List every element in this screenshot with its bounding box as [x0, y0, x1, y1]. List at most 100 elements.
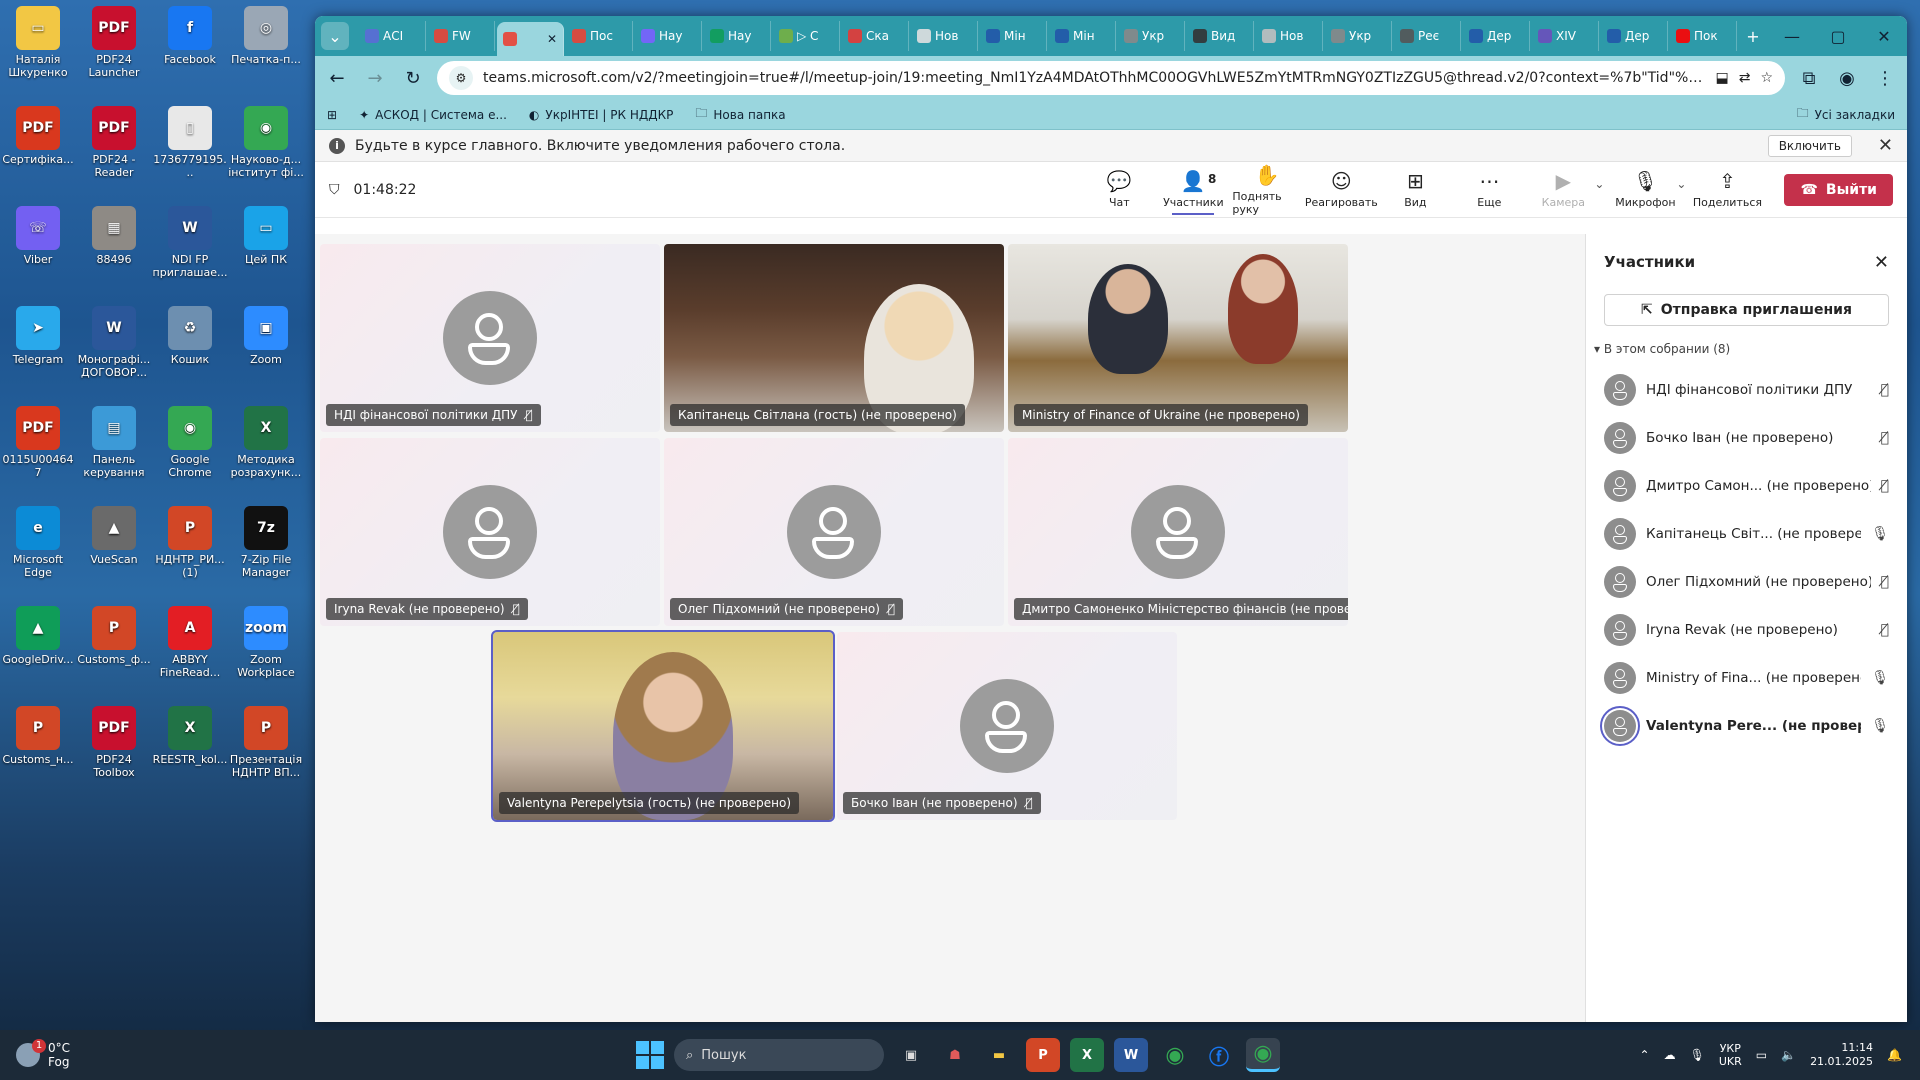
file-explorer-icon[interactable]: ▬	[982, 1038, 1016, 1072]
view-button[interactable]: ⊞ Вид	[1380, 170, 1450, 209]
desktop-icon[interactable]: PDF Сертифіка...	[0, 106, 76, 167]
task-view-icon[interactable]: ▣	[894, 1038, 928, 1072]
bookmark-askod[interactable]: ✦ АСКОД | Система е...	[359, 108, 507, 122]
close-icon[interactable]: ✕	[1878, 135, 1893, 156]
browser-tab[interactable]: Пок	[1670, 21, 1737, 51]
desktop-icon[interactable]: ☏ Viber	[0, 206, 76, 267]
desktop-icon[interactable]: e Microsoft Edge	[0, 506, 76, 579]
browser-tab[interactable]: Мін	[980, 21, 1047, 51]
participant-tile[interactable]: НДІ фінансової політики ДПУ 🎙̸	[320, 244, 660, 432]
browser-tab[interactable]: FW	[428, 21, 495, 51]
desktop-icon[interactable]: ▦ 88496	[76, 206, 152, 267]
desktop-icon[interactable]: W NDI FP приглашае...	[152, 206, 228, 279]
share-button[interactable]: ⇪ Поделиться	[1692, 170, 1762, 209]
participant-tile[interactable]: Капітанець Світлана (гость) (не проверен…	[664, 244, 1004, 432]
participants-button[interactable]: 👤 8 Участники	[1158, 170, 1228, 215]
maximize-icon[interactable]: ▢	[1815, 27, 1861, 46]
pdf24-icon[interactable]: ☗	[938, 1038, 972, 1072]
participant-tile[interactable]: Valentyna Perepelytsia (гость) (не прове…	[491, 630, 835, 822]
close-icon[interactable]: ✕	[1874, 252, 1889, 273]
tab-search-button[interactable]: ⌄	[321, 22, 349, 50]
all-bookmarks[interactable]: 🗀 Усі закладки	[1797, 104, 1895, 125]
close-icon[interactable]: ✕	[1861, 27, 1907, 46]
desktop-icon[interactable]: P Customs_н...	[0, 706, 76, 767]
display-icon[interactable]: ▭	[1756, 1048, 1767, 1062]
desktop-icon[interactable]: X Методика розрахунк...	[228, 406, 304, 479]
url-input[interactable]: ⚙ teams.microsoft.com/v2/?meetingjoin=tr…	[437, 61, 1785, 95]
browser-tab[interactable]: АСІ	[359, 21, 426, 51]
chrome-active-icon[interactable]: ◉	[1246, 1038, 1280, 1072]
mic-button[interactable]: 🎙 Микрофон	[1610, 170, 1680, 209]
browser-tab[interactable]: Укр	[1325, 21, 1392, 51]
site-info-icon[interactable]: ⚙	[449, 66, 473, 90]
chevron-up-icon[interactable]: ⌃	[1640, 1048, 1650, 1062]
raise-hand-button[interactable]: ✋ Поднять руку	[1232, 164, 1302, 216]
new-tab-button[interactable]: +	[1739, 22, 1767, 50]
desktop-icon[interactable]: P Презентація НДНТР ВП...	[228, 706, 304, 779]
translate-icon[interactable]: ⇄	[1739, 70, 1751, 86]
browser-tab[interactable]: ▷ С	[773, 21, 840, 51]
bookmark-star-icon[interactable]: ☆	[1760, 70, 1773, 86]
desktop-icon[interactable]: ▣ Zoom	[228, 306, 304, 367]
desktop-icon[interactable]: ▭ Цей ПК	[228, 206, 304, 267]
notification-bell-icon[interactable]: 🔔	[1887, 1048, 1902, 1062]
taskbar-search[interactable]: ⌕ Пошук	[674, 1039, 884, 1071]
send-invite-button[interactable]: ⇱ Отправка приглашения	[1604, 294, 1889, 326]
word-icon[interactable]: W	[1114, 1038, 1148, 1072]
participant-row[interactable]: Дмитро Самон... (не проверено) 🎙̸	[1604, 462, 1889, 510]
desktop-icon[interactable]: PDF PDF24 Launcher	[76, 6, 152, 79]
browser-tab[interactable]: Ска	[842, 21, 909, 51]
desktop-icon[interactable]: W Монографі... ДОГОВОР...	[76, 306, 152, 379]
browser-tab[interactable]: Мін	[1049, 21, 1116, 51]
browser-tab[interactable]: Нау	[704, 21, 771, 51]
desktop-icon[interactable]: ♻ Кошик	[152, 306, 228, 367]
desktop-icon[interactable]: ◎ Печатка-п...	[228, 6, 304, 67]
participant-row[interactable]: НДІ фінансової політики ДПУ 🎙̸	[1604, 366, 1889, 414]
network-icon[interactable]: ☁	[1664, 1048, 1676, 1062]
participant-row[interactable]: Ministry of Fina... (не проверено) 🎙	[1604, 654, 1889, 702]
desktop-icon[interactable]: ▭ Наталія Шкуренко	[0, 6, 76, 79]
desktop-icon[interactable]: ◉ Google Chrome	[152, 406, 228, 479]
weather-widget[interactable]: 1 0°C Fog	[16, 1039, 70, 1070]
participant-tile[interactable]: Бочко Іван (не проверено) 🎙̸	[837, 632, 1177, 820]
camera-button[interactable]: ▶ Камера	[1528, 170, 1598, 209]
desktop-icon[interactable]: P Customs_ф...	[76, 606, 152, 667]
desktop-icon[interactable]: ◉ Науково-д... інститут фі...	[228, 106, 304, 179]
browser-tab[interactable]: ✕	[497, 22, 564, 56]
desktop-icon[interactable]: PDF PDF24 -Reader	[76, 106, 152, 179]
forward-icon[interactable]: →	[361, 64, 389, 92]
desktop-icon[interactable]: PDF 0115U004647	[0, 406, 76, 479]
participant-tile[interactable]: Iryna Revak (не проверено) 🎙̸	[320, 438, 660, 626]
desktop-icon[interactable]: ▤ Панель керування	[76, 406, 152, 479]
participant-tile[interactable]: Олег Підхомний (не проверено) 🎙̸	[664, 438, 1004, 626]
browser-tab[interactable]: Нов	[1256, 21, 1323, 51]
desktop-icon[interactable]: ▯ 1736779195...	[152, 106, 228, 179]
desktop-icon[interactable]: ▲ VueScan	[76, 506, 152, 567]
profile-icon[interactable]: ◉	[1833, 64, 1861, 92]
powerpoint-icon[interactable]: P	[1026, 1038, 1060, 1072]
extensions-icon[interactable]: ⧉	[1795, 64, 1823, 92]
chrome-icon[interactable]: ◉	[1158, 1038, 1192, 1072]
participant-row[interactable]: Valentyna Pere... (не проверено)🎙	[1600, 702, 1889, 750]
minimize-icon[interactable]: —	[1769, 27, 1815, 46]
browser-tab[interactable]: Дер	[1601, 21, 1668, 51]
participant-tile[interactable]: Дмитро Самоненко Міністерство фінансів (…	[1008, 438, 1348, 626]
leave-button[interactable]: ☎ Выйти	[1784, 173, 1893, 206]
apps-icon[interactable]: ⊞	[327, 108, 337, 122]
reload-icon[interactable]: ↻	[399, 64, 427, 92]
desktop-icon[interactable]: PDF PDF24 Toolbox	[76, 706, 152, 779]
enable-notifications-button[interactable]: Включить	[1767, 134, 1852, 157]
react-button[interactable]: ☺ Реагировать	[1305, 170, 1378, 209]
desktop-icon[interactable]: ▲ GoogleDriv...	[0, 606, 76, 667]
microphone-icon[interactable]: 🎙	[1690, 1048, 1705, 1062]
browser-tab[interactable]: Пос	[566, 21, 633, 51]
bookmark-ukrintei[interactable]: ◐ УкрІНТЕІ | РК НДДКР	[529, 108, 673, 122]
desktop-icon[interactable]: X REESTR_kol...	[152, 706, 228, 767]
facebook-icon[interactable]: ⓕ	[1202, 1038, 1236, 1072]
browser-tab[interactable]: Нов	[911, 21, 978, 51]
excel-icon[interactable]: X	[1070, 1038, 1104, 1072]
section-header[interactable]: ▾ В этом собрании (8)	[1594, 342, 1889, 356]
browser-tab[interactable]: XIV	[1532, 21, 1599, 51]
desktop-icon[interactable]: A ABBYY FineRead...	[152, 606, 228, 679]
more-button[interactable]: ⋯ Еще	[1454, 170, 1524, 209]
